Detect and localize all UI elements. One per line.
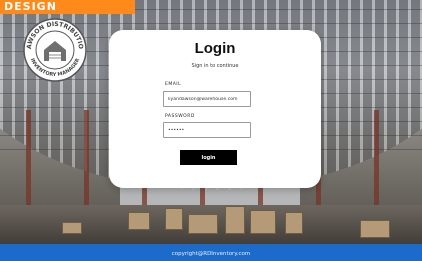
- login-title: Login: [194, 40, 236, 57]
- login-subtitle: Sign in to continue: [191, 63, 239, 69]
- top-banner: DESIGN: [0, 0, 135, 14]
- password-label: PASSWORD: [165, 114, 195, 119]
- login-card: Login Sign in to continue EMAIL PASSWORD…: [109, 30, 321, 188]
- company-logo: DAWSON DISTRIBUTION INVENTORY MANAGER: [19, 12, 88, 83]
- email-field[interactable]: [163, 91, 251, 107]
- password-field[interactable]: [163, 122, 251, 138]
- email-label: EMAIL: [165, 82, 182, 87]
- footer: copyright@RDInventory.com: [0, 247, 422, 261]
- login-button[interactable]: login: [180, 150, 237, 165]
